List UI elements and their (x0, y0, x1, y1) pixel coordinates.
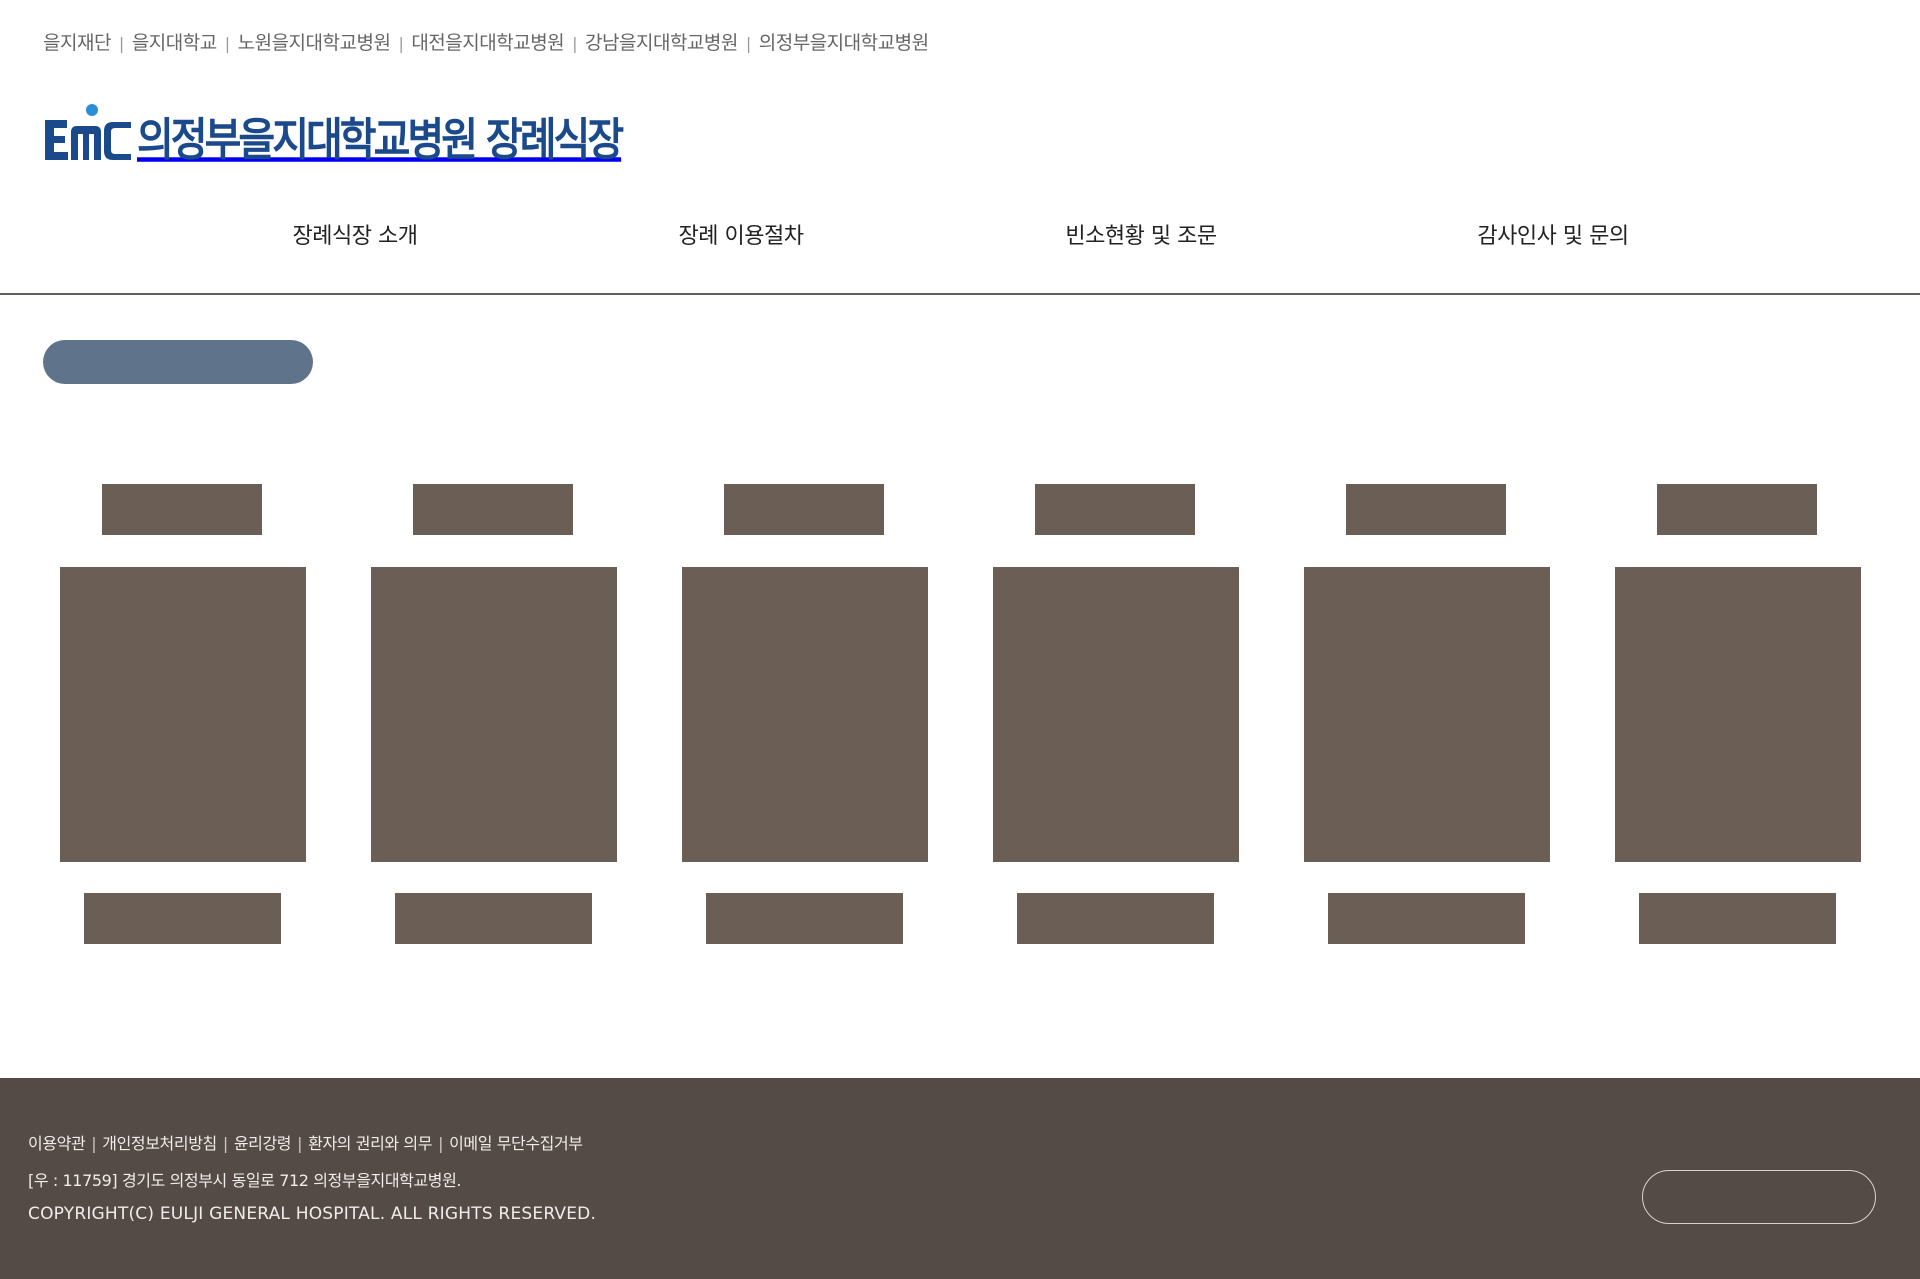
footer-address: [우 : 11759] 경기도 의정부시 동일로 712 의정부을지대학교병원. (28, 1171, 462, 1190)
family-link-daejeon-hospital[interactable]: 대전을지대학교병원 (411, 32, 564, 54)
footer-link-ethics[interactable]: 윤리강령 (234, 1134, 292, 1153)
separator: | (297, 1134, 303, 1153)
nav-funeral-intro[interactable]: 장례식장 소개 (293, 218, 418, 250)
memorial-card[interactable] (682, 484, 928, 944)
site-logo[interactable]: 의정부을지대학교병원 장례식장 (43, 100, 624, 172)
family-link-eulji-university[interactable]: 을지대학교 (132, 32, 217, 54)
memorial-card[interactable] (371, 484, 617, 944)
card-photo-placeholder (1615, 567, 1861, 862)
logo-text: 의정부을지대학교병원 장례식장 (137, 114, 624, 167)
memorial-card[interactable] (993, 484, 1239, 944)
separator: | (222, 1134, 228, 1153)
separator: | (91, 1134, 97, 1153)
separator: | (745, 34, 751, 53)
card-name-placeholder (1017, 893, 1214, 944)
family-link-gangnam-hospital[interactable]: 강남을지대학교병원 (585, 32, 738, 54)
nav-funeral-procedure[interactable]: 장례 이용절차 (679, 218, 804, 250)
footer-link-patient-rights[interactable]: 환자의 권리와 의무 (308, 1134, 432, 1153)
separator: | (224, 34, 230, 53)
family-site-links: 을지재단 | 을지대학교 | 노원을지대학교병원 | 대전을지대학교병원 | 강남을지대학교병원… (43, 28, 929, 55)
card-photo-placeholder (371, 567, 617, 862)
card-name-placeholder (1639, 893, 1836, 944)
card-photo-placeholder (993, 567, 1239, 862)
family-link-nowon-hospital[interactable]: 노원을지대학교병원 (238, 32, 391, 54)
separator: | (572, 34, 578, 53)
card-room-label-placeholder (1035, 484, 1195, 535)
family-site-select[interactable] (1642, 1170, 1876, 1224)
family-link-uijeongbu-hospital[interactable]: 의정부을지대학교병원 (759, 32, 929, 54)
card-name-placeholder (395, 893, 592, 944)
footer-link-terms[interactable]: 이용약관 (28, 1134, 86, 1153)
card-room-label-placeholder (1346, 484, 1506, 535)
separator: | (438, 1134, 444, 1153)
footer-link-privacy[interactable]: 개인정보처리방침 (102, 1134, 217, 1153)
emc-logo-mark (43, 100, 133, 172)
site-footer: 이용약관 | 개인정보처리방침 | 윤리강령 | 환자의 권리와 의무 | 이메일 무단수집거부… (0, 1078, 1920, 1279)
card-photo-placeholder (60, 567, 306, 862)
footer-link-email-refusal[interactable]: 이메일 무단수집거부 (449, 1134, 583, 1153)
memorial-card[interactable] (60, 484, 306, 944)
nav-memorial-status[interactable]: 빈소현황 및 조문 (1065, 218, 1217, 250)
page-title-placeholder (43, 340, 313, 384)
footer-links: 이용약관 | 개인정보처리방침 | 윤리강령 | 환자의 권리와 의무 | 이메일 무단수집거부 (28, 1130, 583, 1154)
card-name-placeholder (1328, 893, 1525, 944)
family-link-eulji-foundation[interactable]: 을지재단 (43, 32, 111, 54)
nav-thanks-inquiry[interactable]: 감사인사 및 문의 (1477, 218, 1629, 250)
separator: | (398, 34, 404, 53)
card-photo-placeholder (682, 567, 928, 862)
card-room-label-placeholder (1657, 484, 1817, 535)
card-room-label-placeholder (102, 484, 262, 535)
memorial-card[interactable] (1615, 484, 1861, 944)
memorial-card[interactable] (1304, 484, 1550, 944)
separator: | (118, 34, 124, 53)
header-divider (0, 293, 1920, 295)
main-navigation: 장례식장 소개 장례 이용절차 빈소현황 및 조문 감사인사 및 문의 (0, 218, 1920, 274)
footer-copyright: COPYRIGHT(C) EULJI GENERAL HOSPITAL. ALL… (28, 1204, 597, 1224)
card-room-label-placeholder (413, 484, 573, 535)
card-photo-placeholder (1304, 567, 1550, 862)
card-name-placeholder (84, 893, 281, 944)
card-name-placeholder (706, 893, 903, 944)
card-room-label-placeholder (724, 484, 884, 535)
